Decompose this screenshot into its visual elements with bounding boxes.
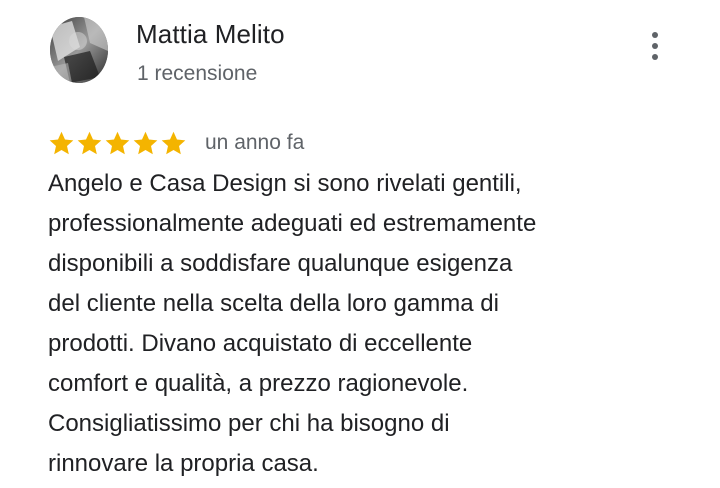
star-icon: [161, 131, 186, 154]
review-text-line: disponibili a soddisfare qualunque esige…: [48, 250, 513, 277]
review-text-line: rinnovare la propria casa.: [48, 450, 319, 477]
review-text-line: Consigliatissimo per chi ha bisogno di: [48, 410, 450, 437]
review-text-line: prodotti. Divano acquistato di eccellent…: [48, 330, 473, 357]
review-text-line: Angelo e Casa Design si sono rivelati ge…: [48, 170, 522, 197]
review-count[interactable]: 1 recensione: [137, 62, 257, 86]
star-icon: [49, 131, 74, 154]
avatar[interactable]: [50, 17, 108, 83]
star-rating: [48, 130, 187, 157]
avatar-photo: [50, 17, 108, 83]
star-icon: [77, 131, 102, 154]
review-text-line: del cliente nella scelta della loro gamm…: [48, 290, 499, 317]
star-icon: [105, 131, 130, 154]
review-text-line: comfort e qualità, a prezzo ragionevole.: [48, 370, 469, 397]
more-options-button[interactable]: [640, 26, 672, 66]
review-text: Angelo e Casa Design si sono rivelati ge…: [48, 164, 688, 484]
author-name[interactable]: Mattia Melito: [136, 19, 285, 50]
rating-row: un anno fa: [48, 126, 304, 160]
star-icon: [133, 131, 158, 154]
review-date: un anno fa: [205, 131, 305, 154]
review-text-line: professionalmente adeguati ed estremamen…: [48, 210, 537, 237]
review-card: Mattia Melito 1 recensione un anno fa An…: [0, 0, 720, 488]
